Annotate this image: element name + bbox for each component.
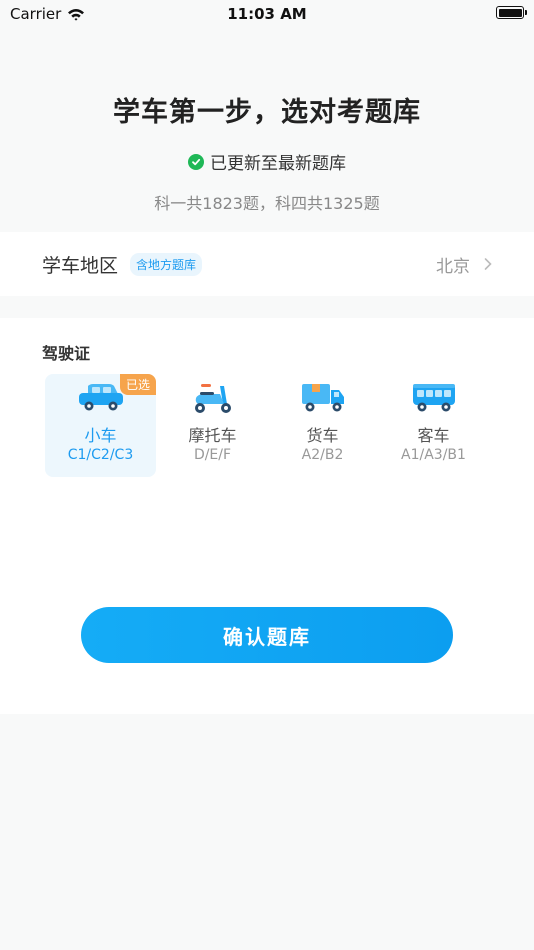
region-value: 北京 xyxy=(436,256,470,277)
question-summary: 科一共1823题，科四共1325题 xyxy=(154,194,380,213)
vehicle-grid: 已选 小车 C1/C2/C3 摩托车 D/E/F 货车 A2/B2 客车 A1/… xyxy=(45,374,495,478)
confirm-bank-button[interactable]: 确认题库 xyxy=(81,607,453,663)
header: 学车第一步，选对考题库 已更新至最新题库 科一共1823题，科四共1325题 xyxy=(0,90,534,214)
vehicle-code: A2/B2 xyxy=(301,447,344,463)
vehicle-name: 摩托车 xyxy=(188,426,237,445)
vehicle-option-car[interactable]: 已选 小车 C1/C2/C3 xyxy=(45,374,156,477)
vehicle-option-truck[interactable]: 货车 A2/B2 xyxy=(267,374,378,477)
motorcycle-icon xyxy=(194,384,231,413)
vehicle-name: 小车 xyxy=(84,426,117,445)
update-status: 已更新至最新题库 xyxy=(0,149,534,174)
vehicle-code: C1/C2/C3 xyxy=(67,447,134,463)
battery-icon xyxy=(496,6,527,19)
truck-icon xyxy=(301,384,344,412)
chevron-right-icon xyxy=(484,258,492,270)
vehicle-name: 货车 xyxy=(306,426,339,445)
license-card: 驾驶证 已选 小车 C1/C2/C3 摩托车 D/E/F 货车 A2/B2 客车… xyxy=(0,318,534,714)
page-title: 学车第一步，选对考题库 xyxy=(113,97,421,128)
status-time: 11:03 AM xyxy=(227,5,307,23)
bus-icon xyxy=(412,384,455,412)
vehicle-option-motorcycle[interactable]: 摩托车 D/E/F xyxy=(157,374,268,477)
update-status-text: 已更新至最新题库 xyxy=(210,154,346,174)
local-bank-badge: 含地方题库 xyxy=(130,252,203,276)
vehicle-name: 客车 xyxy=(417,426,450,445)
region-label: 学车地区 xyxy=(42,254,119,277)
region-selector[interactable]: 学车地区 含地方题库 北京 xyxy=(0,232,534,296)
license-title: 驾驶证 xyxy=(42,344,91,363)
check-icon xyxy=(188,153,204,170)
vehicle-option-bus[interactable]: 客车 A1/A3/B1 xyxy=(378,374,489,477)
vehicle-code: A1/A3/B1 xyxy=(401,447,466,463)
status-bar: Carrier 11:03 AM xyxy=(0,0,534,28)
vehicle-code: D/E/F xyxy=(193,447,232,463)
car-icon xyxy=(78,384,123,411)
